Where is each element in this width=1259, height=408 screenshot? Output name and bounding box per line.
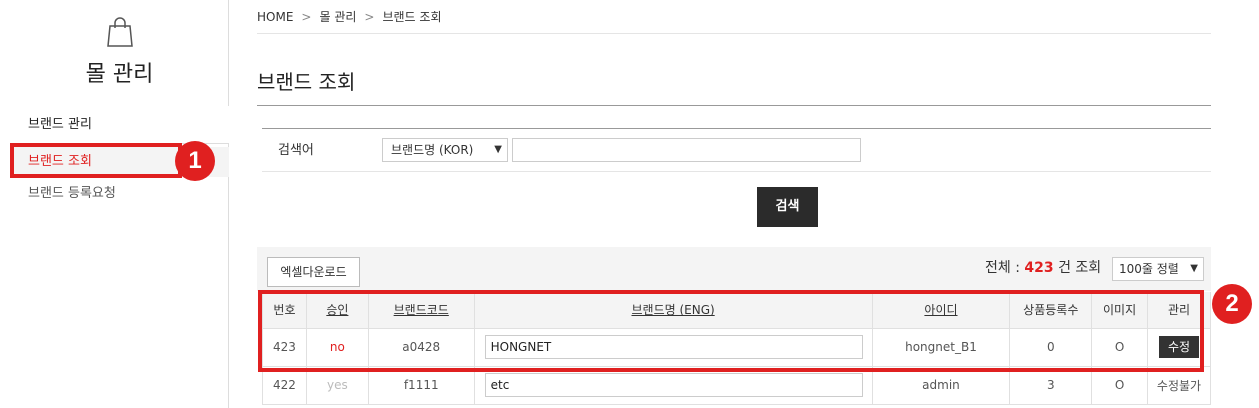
breadcrumb-home[interactable]: HOME — [257, 10, 293, 24]
sort-select[interactable]: 100줄 정렬 ▼ — [1112, 257, 1204, 281]
sidebar-item-brand-register[interactable]: 브랜드 등록요청 — [10, 179, 229, 209]
breadcrumb-separator: > — [364, 10, 375, 24]
total-prefix: 전체 : — [985, 260, 1025, 276]
sidebar-title: 몰 관리 — [85, 62, 154, 87]
search-type-value: 브랜드명 (KOR) — [391, 143, 474, 157]
callout-highlight-1 — [10, 143, 182, 178]
total-count: 전체 : 423 건 조회 — [985, 257, 1101, 277]
search-input[interactable] — [512, 138, 861, 162]
search-panel: 검색어 브랜드명 (KOR) ▼ — [262, 128, 1211, 172]
dropdown-arrow-icon: ▼ — [494, 144, 502, 155]
breadcrumb-separator: > — [301, 10, 312, 24]
list-toolbar: 엑셀다운로드 전체 : 423 건 조회 100줄 정렬 ▼ — [257, 247, 1211, 291]
breadcrumb-level1[interactable]: 몰 관리 — [319, 10, 356, 24]
sidebar: 몰 관리 브랜드 관리 브랜드 조회 브랜드 등록요청 — [0, 0, 229, 408]
total-suffix: 건 조회 — [1053, 260, 1102, 276]
dropdown-arrow-icon: ▼ — [1190, 263, 1198, 274]
sidebar-group-brand[interactable]: 브랜드 관리 — [10, 106, 229, 144]
title-divider — [257, 105, 1211, 106]
sort-value: 100줄 정렬 — [1119, 262, 1179, 276]
brand-name-input[interactable]: etc — [484, 373, 863, 397]
shopping-bag-icon — [106, 17, 133, 47]
breadcrumb: HOME > 몰 관리 > 브랜드 조회 — [257, 0, 1211, 34]
total-number: 423 — [1024, 260, 1054, 276]
breadcrumb-level2[interactable]: 브랜드 조회 — [382, 10, 441, 24]
search-label: 검색어 — [278, 143, 314, 158]
excel-download-button[interactable]: 엑셀다운로드 — [267, 257, 360, 287]
callout-badge-2: 2 — [1212, 284, 1252, 324]
page-title: 브랜드 조회 — [257, 70, 356, 94]
search-button[interactable]: 검색 — [757, 187, 818, 227]
search-type-select[interactable]: 브랜드명 (KOR) ▼ — [382, 138, 508, 162]
callout-highlight-2 — [258, 290, 1204, 372]
callout-badge-1: 1 — [175, 141, 215, 181]
